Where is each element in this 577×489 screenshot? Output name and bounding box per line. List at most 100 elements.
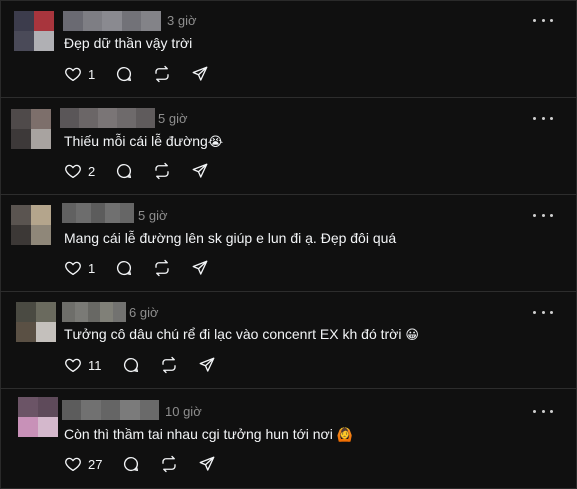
username-blur-block [82,11,103,31]
username-blur-block [62,203,77,223]
username-blur-block [79,108,98,128]
reply-button[interactable] [122,455,140,473]
more-icon[interactable] [533,404,553,418]
username-blur-block [141,11,161,31]
avatar[interactable] [14,11,54,51]
repost-icon [162,455,177,473]
like-button[interactable]: 1 [64,259,95,277]
username-blur-block [98,108,117,128]
username-blur-block [113,302,126,322]
like-count: 2 [88,163,96,179]
username[interactable] [62,400,160,420]
username-blur-block [62,400,82,420]
timestamp: 3 giờ [167,13,197,28]
repost-button[interactable] [153,162,171,180]
repost-button[interactable] [153,65,171,83]
share-button[interactable] [191,259,209,277]
share-button[interactable] [191,65,209,83]
repost-button[interactable] [160,356,178,374]
username-blur-block [139,400,160,420]
comment-icon [124,456,139,472]
share-button[interactable] [198,356,216,374]
comment-text: Mang cái lễ đường lên sk giúp e lun đi ạ… [64,230,397,246]
crying-emoji: 😭 [207,135,224,150]
repost-button[interactable] [160,455,178,473]
heart-icon [65,67,81,82]
more-icon[interactable] [533,13,553,27]
username-blur-block [119,203,135,223]
send-icon [199,357,214,372]
heart-icon [65,358,81,373]
username-blur-block [100,400,121,420]
username-blur-block [105,203,120,223]
like-count: 11 [88,357,102,373]
avatar[interactable] [16,302,56,342]
action-bar: 27 [64,454,236,474]
heart-icon [65,261,81,276]
timestamp: 5 giờ [138,208,168,223]
more-icon[interactable] [533,111,553,125]
more-icon[interactable] [533,208,553,222]
action-bar: 11 [64,355,236,375]
send-icon [192,163,208,178]
reply-button[interactable] [115,259,133,277]
reply-button[interactable] [115,65,133,83]
heart-icon [65,457,81,472]
send-icon [192,260,208,275]
repost-icon [155,162,169,180]
username[interactable] [63,11,161,31]
send-icon [200,456,215,471]
timestamp: 10 giờ [165,404,202,419]
comment-icon [117,163,132,179]
comment-text: Đẹp dữ thần vậy trời [64,35,193,51]
send-icon [192,66,208,81]
username[interactable] [62,203,135,223]
divider [0,194,577,195]
username-blur-block [136,108,155,128]
heart-icon [65,164,81,179]
username-blur-block [81,400,101,420]
share-button[interactable] [198,455,216,473]
repost-button[interactable] [153,259,171,277]
username-blur-block [87,302,101,322]
username[interactable] [60,108,155,128]
reply-button[interactable] [115,162,133,180]
comment-text: Thiếu mỗi cái lễ đường😭 [64,133,224,150]
username-blur-block [102,11,122,31]
username-blur-block [63,11,83,31]
like-count: 27 [88,456,103,472]
avatar[interactable] [18,397,58,437]
repost-icon [155,259,169,277]
username[interactable] [62,302,126,322]
like-button[interactable]: 2 [64,162,95,180]
gesture-emoji: 🙆 [336,428,353,443]
divider [0,388,577,389]
action-bar: 1 [64,258,229,278]
username-blur-block [100,302,114,322]
repost-icon [155,65,169,83]
username-blur-block [90,203,106,223]
like-count: 1 [88,66,96,82]
timestamp: 6 giờ [129,305,159,320]
like-button[interactable]: 1 [64,65,95,83]
avatar[interactable] [11,109,51,149]
repost-icon [161,356,176,374]
action-bar: 2 [64,161,229,181]
like-button[interactable]: 11 [64,356,102,374]
avatar[interactable] [11,205,51,245]
more-icon[interactable] [533,305,553,319]
share-button[interactable] [191,162,209,180]
comment-text: Tưởng cô dâu chú rể đi lạc vào concenrt … [64,326,419,343]
comment-icon [117,66,132,82]
username-blur-block [76,203,91,223]
comment-text: Còn thì thầm tai nhau cgi tưởng hun tới … [64,426,353,443]
username-blur-block [60,108,79,128]
comment-icon [123,357,138,373]
username-blur-block [74,302,88,322]
username-blur-block [62,302,75,322]
divider [0,97,577,98]
timestamp: 5 giờ [158,111,188,126]
username-blur-block [121,11,142,31]
like-button[interactable]: 27 [64,455,102,473]
reply-button[interactable] [122,356,140,374]
